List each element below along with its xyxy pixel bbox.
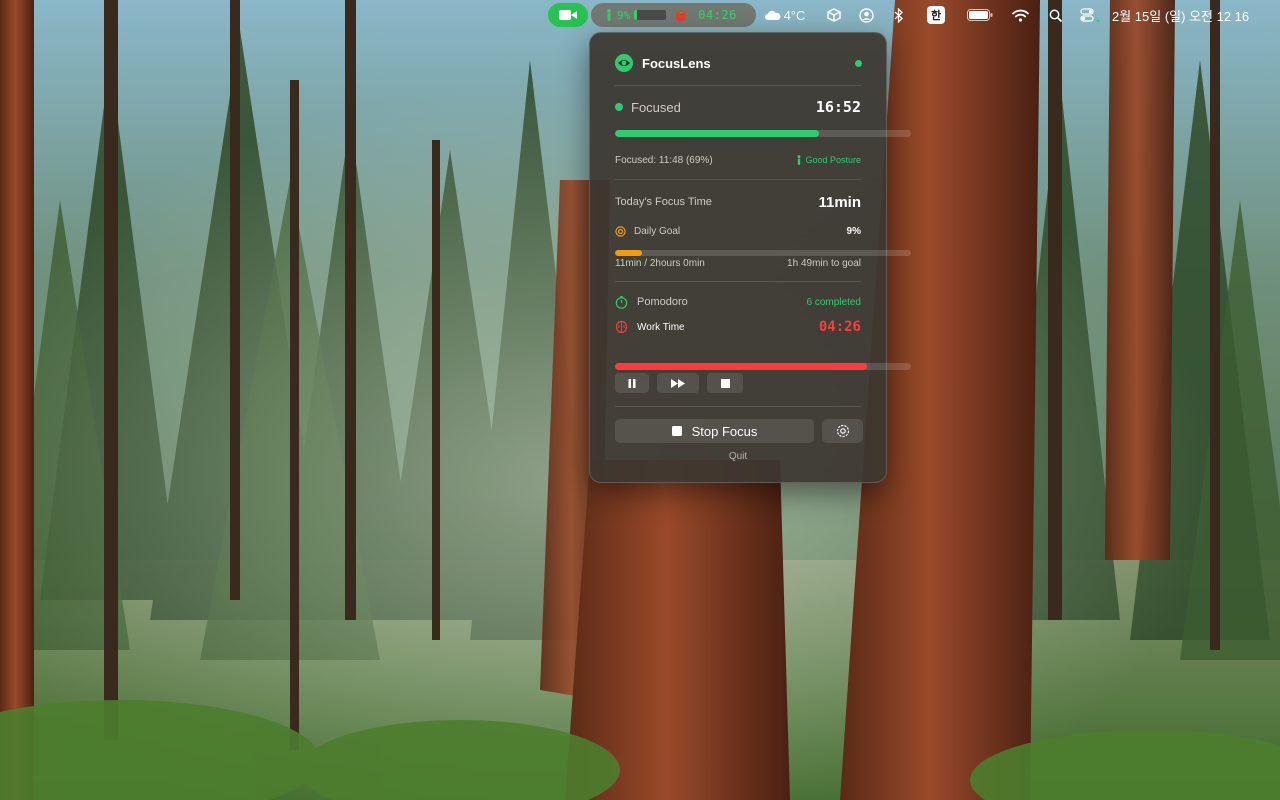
input-method-badge: 한: [926, 6, 946, 24]
search-icon: [1049, 9, 1062, 22]
input-source-menu-item[interactable]: 한: [924, 0, 948, 30]
weather-temp: 4°C: [783, 7, 806, 23]
bluetooth-icon: [894, 7, 903, 23]
posture-person-icon: [797, 155, 801, 165]
pomodoro-progress-bar: [615, 363, 911, 370]
pomodoro-phase-row: Work Time 04:26: [615, 318, 861, 336]
target-icon: [615, 225, 626, 237]
daily-goal-detail: 11min / 2hours 0min: [615, 257, 705, 269]
gear-icon: [836, 424, 849, 438]
pomodoro-timer: 04:26: [818, 319, 861, 335]
today-focus-label: Today's Focus Time: [615, 196, 712, 208]
divider: [615, 406, 861, 407]
menubar-datetime: 2월 15일 (일) 오전 12 16: [1112, 8, 1250, 24]
focus-progress-fill: [615, 130, 820, 137]
bluetooth-menu-item[interactable]: [889, 0, 909, 30]
pomodoro-progress-fill: [615, 363, 867, 370]
battery-icon: [967, 9, 993, 21]
focus-status-row: Focused 16:52: [615, 97, 861, 117]
tomato-icon: [675, 10, 687, 22]
divider: [615, 281, 861, 282]
weather-menu-item[interactable]: 4°C: [762, 0, 808, 30]
daily-goal-row: Daily Goal 9%: [615, 224, 861, 238]
focus-detail-row: Focused: 11:48 (69%) Good Posture: [615, 153, 861, 167]
pomodoro-controls: [615, 373, 861, 393]
daily-goal-percent: 9%: [846, 225, 861, 237]
focus-progress-bar: [615, 130, 911, 137]
menubar-focus-bar: [634, 10, 667, 20]
battery-menu-item[interactable]: [966, 0, 994, 30]
user-circle-icon: [858, 7, 874, 23]
posture-indicator: Good Posture: [796, 155, 861, 165]
control-center-icon: [1080, 8, 1100, 22]
package-menu-item[interactable]: [824, 0, 844, 30]
menu-bar: 9% 04:26 4°C 한 2월 15일 (일) 오전 12 16: [0, 0, 1280, 30]
divider: [615, 85, 861, 86]
fast-forward-icon: [671, 378, 685, 388]
today-focus-value: 11min: [818, 193, 861, 211]
stop-pomodoro-button[interactable]: [707, 373, 743, 393]
today-focus-row: Today's Focus Time 11min: [615, 192, 861, 212]
menubar-pomodoro-time: 04:26: [698, 8, 737, 22]
menubar-focus-bar-fill: [634, 10, 638, 20]
user-account-menu-item[interactable]: [856, 0, 876, 30]
active-status-dot: [855, 59, 862, 67]
wifi-menu-item[interactable]: [1009, 0, 1031, 30]
focus-status-label: Focused: [631, 99, 681, 115]
control-center-menu-item[interactable]: [1078, 0, 1104, 30]
posture-person-icon: [607, 9, 611, 21]
focus-status-dot: [615, 103, 623, 111]
menubar-focus-percent: 9%: [617, 8, 631, 22]
clock-menu-item[interactable]: 2월 15일 (일) 오전 12 16: [1112, 0, 1272, 30]
focuslens-popover: FocusLens Focused 16:52 Focused: 11:48 (…: [589, 32, 911, 483]
daily-goal-remaining: 1h 49min to goal: [787, 257, 861, 269]
posture-label: Good Posture: [805, 155, 861, 165]
focus-detail-text: Focused: 11:48 (69%): [615, 154, 713, 166]
pomodoro-completed: 6 completed: [806, 296, 861, 308]
stop-focus-label: Stop Focus: [691, 423, 758, 439]
daily-goal-label: Daily Goal: [634, 225, 681, 237]
brain-icon: [615, 320, 628, 334]
popover-header: FocusLens: [615, 53, 862, 73]
video-camera-icon: [559, 10, 577, 20]
camera-indicator[interactable]: [548, 3, 588, 27]
stop-icon: [671, 426, 682, 436]
pomodoro-row: Pomodoro 6 completed: [615, 294, 861, 310]
spotlight-menu-item[interactable]: [1045, 0, 1065, 30]
settings-button[interactable]: [822, 419, 863, 443]
stop-icon: [720, 378, 730, 388]
eye-logo-icon: [615, 54, 633, 72]
pause-button[interactable]: [615, 373, 649, 393]
daily-goal-detail-row: 11min / 2hours 0min 1h 49min to goal: [615, 256, 861, 270]
app-title: FocusLens: [642, 55, 711, 71]
pomodoro-label: Pomodoro: [637, 296, 688, 308]
cloud-moon-icon: [764, 10, 781, 20]
skip-button[interactable]: [657, 373, 699, 393]
quit-button[interactable]: Quit: [590, 451, 886, 462]
pomodoro-phase-label: Work Time: [637, 321, 685, 333]
divider: [615, 179, 861, 180]
wifi-icon: [1011, 9, 1029, 22]
box-icon: [827, 8, 841, 22]
pause-icon: [628, 378, 636, 388]
stop-focus-button[interactable]: Stop Focus: [615, 419, 814, 443]
focuslens-menubar-item[interactable]: 9% 04:26: [591, 3, 756, 27]
session-timer: 16:52: [815, 98, 861, 116]
timer-icon: [615, 295, 628, 309]
